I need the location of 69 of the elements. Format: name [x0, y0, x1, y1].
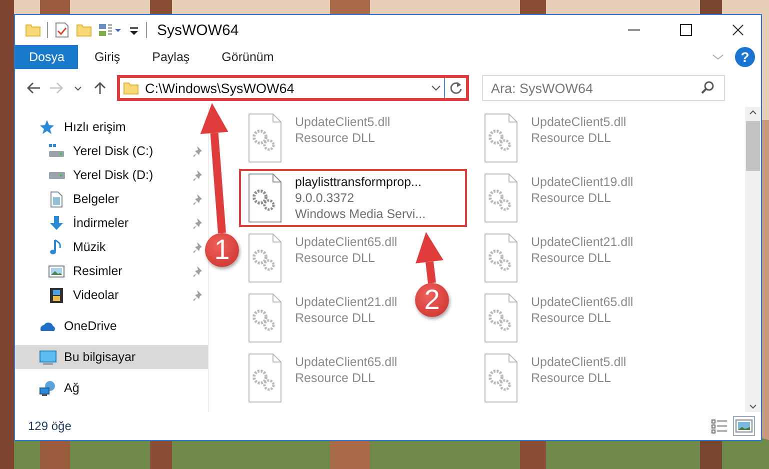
file-detail: Resource DLL [531, 370, 611, 386]
large-icons-view-icon [735, 418, 753, 434]
nav-item[interactable]: OneDrive [15, 314, 123, 338]
file-name: UpdateClient5.dll [531, 354, 626, 370]
view-options-icon[interactable] [98, 22, 122, 38]
nav-item[interactable]: Hızlı erişim [15, 115, 132, 139]
file-name: playlisttransformprop... [295, 174, 422, 190]
minimize-icon [628, 29, 640, 31]
folder-icon [25, 22, 41, 38]
large-buttons-view-icon[interactable] [733, 416, 755, 436]
window-title: SysWOW64 [157, 22, 239, 38]
nav-item[interactable]: Ağ [15, 376, 86, 400]
file-name: UpdateClient19.dll [531, 174, 634, 190]
network-icon [39, 380, 57, 396]
properties-icon[interactable] [54, 22, 70, 38]
forward-arrow-icon [48, 80, 64, 96]
address-field[interactable]: C:\Windows\SysWOW64 [139, 80, 428, 96]
refresh-icon [448, 81, 462, 95]
nav-item[interactable]: Belgeler [15, 187, 125, 211]
folder-icon [123, 80, 139, 96]
ribbon-tab[interactable]: Dosya [15, 45, 78, 69]
nav-item[interactable]: Bu bilgisayar [15, 345, 208, 369]
nav-item[interactable]: Yerel Disk (C:) [15, 139, 160, 163]
recent-dropdown-icon [74, 86, 82, 90]
file-detail: 9.0.0.3372 [295, 190, 354, 206]
nav-item[interactable]: İndirmeler [15, 211, 135, 235]
file-detail: Resource DLL [295, 310, 375, 326]
drive-icon [48, 142, 66, 160]
help-button[interactable]: ? [735, 47, 755, 67]
film-icon [48, 286, 66, 304]
callout-arrow [416, 232, 444, 284]
close-icon [732, 24, 744, 36]
file-name: UpdateClient5.dll [295, 114, 390, 130]
monitor-icon [39, 348, 57, 366]
file-detail: Resource DLL [295, 130, 375, 146]
file-detail: Resource DLL [531, 190, 611, 206]
search-field[interactable]: Ara: SysWOW64 [483, 80, 700, 96]
file-item[interactable]: playlisttransformprop... 9.0.0.3372 Windows Media Servi... [239, 169, 467, 227]
file-name: UpdateClient65.dll [295, 354, 398, 370]
search-bar[interactable]: Ara: SysWOW64 [482, 75, 725, 101]
details-view-icon [711, 418, 729, 434]
item-count: 129 öğe [28, 419, 72, 433]
file-detail: Windows Media Servi... [295, 206, 426, 222]
file-detail: Resource DLL [531, 310, 611, 326]
nav-item[interactable]: Resimler [15, 259, 128, 283]
download-arrow-icon [48, 214, 66, 232]
ribbon-tab[interactable]: Görünüm [206, 45, 290, 69]
file-name: UpdateClient65.dll [295, 234, 398, 250]
maximize-icon [680, 24, 692, 36]
file-name: UpdateClient21.dll [531, 234, 634, 250]
up-arrow-icon [92, 80, 108, 96]
ribbon-tab[interactable]: Paylaş [136, 45, 206, 69]
file-detail: Resource DLL [295, 250, 375, 266]
scrollbar-thumb[interactable] [746, 121, 760, 171]
back-arrow-icon [26, 80, 42, 96]
nav-item[interactable]: Müzik [15, 235, 112, 259]
search-icon [700, 80, 716, 96]
file-detail: Resource DLL [531, 250, 611, 266]
file-name: UpdateClient21.dll [295, 294, 398, 310]
file-name: UpdateClient65.dll [531, 294, 634, 310]
landscape-icon [48, 262, 66, 280]
ribbon-tab[interactable]: Giriş [78, 45, 136, 69]
nav-item[interactable]: Videolar [15, 283, 125, 307]
file-name: UpdateClient5.dll [531, 114, 626, 130]
address-bar[interactable]: C:\Windows\SysWOW64 [117, 75, 469, 101]
nav-item[interactable]: Yerel Disk (D:) [15, 163, 160, 187]
file-detail: Resource DLL [531, 130, 611, 146]
file-detail: Resource DLL [295, 370, 375, 386]
scrollbar[interactable] [745, 107, 761, 412]
